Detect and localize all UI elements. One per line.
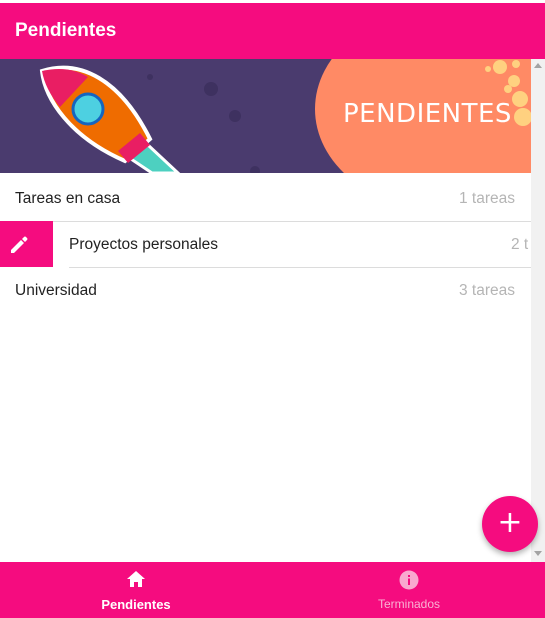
list-item-name: Universidad	[15, 282, 97, 299]
list-item[interactable]: Proyectos personales 2 t	[0, 221, 531, 267]
add-button[interactable]: +	[482, 496, 538, 552]
bottom-navigation: Pendientes Terminados	[0, 562, 545, 618]
todo-list: Tareas en casa 1 tareas Proyectos person…	[0, 175, 531, 562]
tab-pendientes[interactable]: Pendientes	[0, 562, 272, 618]
banner-text: PENDIENTES	[343, 99, 512, 129]
scroll-down-arrow[interactable]	[534, 551, 542, 556]
list-item-name: Tareas en casa	[15, 190, 121, 207]
home-icon	[126, 570, 146, 593]
tab-label: Pendientes	[101, 597, 171, 612]
tab-label: Terminados	[377, 597, 441, 611]
list-item-count: 3 tareas	[458, 282, 515, 299]
list-item-count: 2 t	[511, 236, 529, 253]
list-item[interactable]: Universidad 3 tareas	[0, 267, 531, 313]
list-item[interactable]: Tareas en casa 1 tareas	[0, 175, 531, 221]
list-item-name: Proyectos personales	[69, 236, 219, 253]
plus-icon: +	[497, 505, 523, 540]
page-title: Pendientes	[15, 20, 117, 41]
scroll-up-arrow[interactable]	[534, 63, 542, 68]
banner-image: PENDIENTES	[0, 59, 531, 173]
info-icon	[399, 570, 419, 595]
tab-terminados[interactable]: Terminados	[273, 562, 545, 618]
scrollbar[interactable]	[531, 59, 545, 562]
list-item-count: 1 tareas	[458, 190, 515, 207]
app-header: Pendientes	[0, 3, 545, 59]
